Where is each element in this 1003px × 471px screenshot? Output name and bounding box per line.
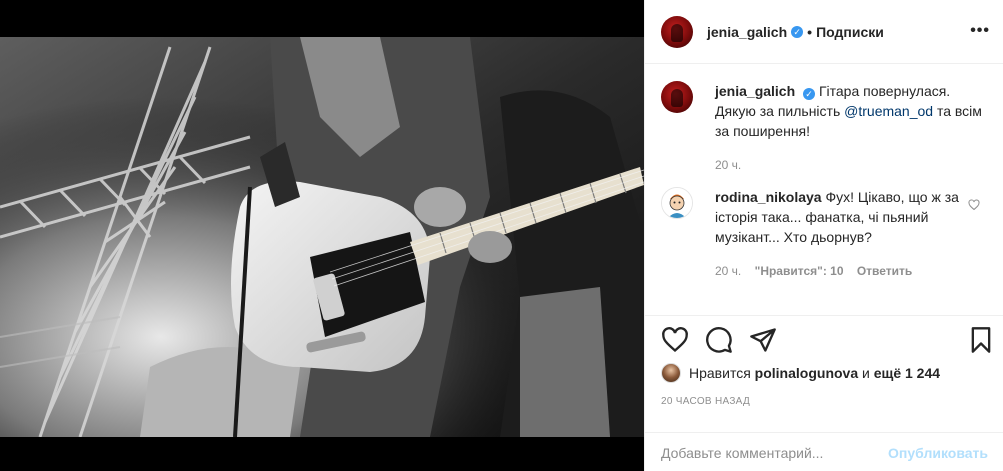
commenter-avatar[interactable]	[661, 187, 693, 219]
comment-time[interactable]: 20 ч.	[715, 264, 741, 278]
post-media	[0, 0, 644, 471]
author-username[interactable]: jenia_galich	[707, 24, 787, 40]
post-photo[interactable]	[0, 37, 644, 437]
verified-badge-icon: ✓	[803, 88, 816, 100]
caption-avatar[interactable]	[661, 81, 693, 113]
comment-username[interactable]: rodina_nikolaya	[715, 189, 822, 205]
share-icon[interactable]	[749, 326, 777, 354]
likes-conjunction: и	[862, 365, 870, 381]
post-actions: Нравится polinalogunova и ещё 1 244 20 ч…	[645, 315, 1003, 471]
reply-button[interactable]: Ответить	[857, 264, 912, 278]
likes-prefix: Нравится	[689, 365, 751, 381]
more-options-icon[interactable]: •••	[970, 22, 990, 40]
liker-avatar[interactable]	[661, 363, 681, 383]
comment-meta: 20 ч. "Нравится": 10 Ответить	[715, 261, 968, 278]
comments-section: jenia_galich ✓ Гітара повернулася. Дякую…	[645, 65, 1003, 315]
caption-username[interactable]: jenia_galich	[715, 83, 795, 99]
publish-button[interactable]: Опубликовать	[888, 445, 988, 461]
likes-summary: Нравится polinalogunova и ещё 1 244	[661, 363, 940, 383]
heart-icon[interactable]	[661, 326, 689, 354]
caption-meta: 20 ч.	[715, 155, 988, 172]
bookmark-icon[interactable]	[967, 326, 995, 354]
comment-item: rodina_nikolaya Фух! Цікаво, що ж за іст…	[661, 187, 988, 278]
action-bar	[661, 326, 991, 354]
likes-others[interactable]: ещё 1 244	[874, 365, 940, 381]
following-button[interactable]: Подписки	[816, 24, 884, 40]
concert-guitar-photo	[0, 37, 644, 437]
post-sidebar: jenia_galich ✓ • Подписки ••• jenia_gali…	[644, 0, 1003, 471]
caption-body: jenia_galich ✓ Гітара повернулася. Дякую…	[715, 81, 988, 172]
header-separator: •	[807, 23, 813, 40]
liker-username[interactable]: polinalogunova	[755, 365, 858, 381]
instagram-post-modal: jenia_galich ✓ • Подписки ••• jenia_gali…	[0, 0, 1003, 471]
comment-likes-count[interactable]: "Нравится": 10	[755, 264, 844, 278]
caption-time[interactable]: 20 ч.	[715, 158, 741, 172]
cartoon-avatar-icon	[662, 188, 692, 218]
post-timestamp[interactable]: 20 часов назад	[661, 396, 750, 407]
verified-badge-icon: ✓	[791, 25, 804, 38]
caption: jenia_galich ✓ Гітара повернулася. Дякую…	[661, 81, 988, 172]
add-comment-bar: Опубликовать	[645, 432, 1003, 471]
comment-input[interactable]	[661, 444, 889, 461]
comment-icon[interactable]	[705, 326, 733, 354]
comment-body: rodina_nikolaya Фух! Цікаво, що ж за іст…	[715, 187, 988, 278]
comment-like-heart-icon[interactable]	[968, 199, 980, 211]
author-avatar[interactable]	[661, 15, 693, 48]
post-header: jenia_galich ✓ • Подписки •••	[645, 0, 1003, 64]
caption-mention-link[interactable]: @trueman_od	[844, 103, 933, 119]
